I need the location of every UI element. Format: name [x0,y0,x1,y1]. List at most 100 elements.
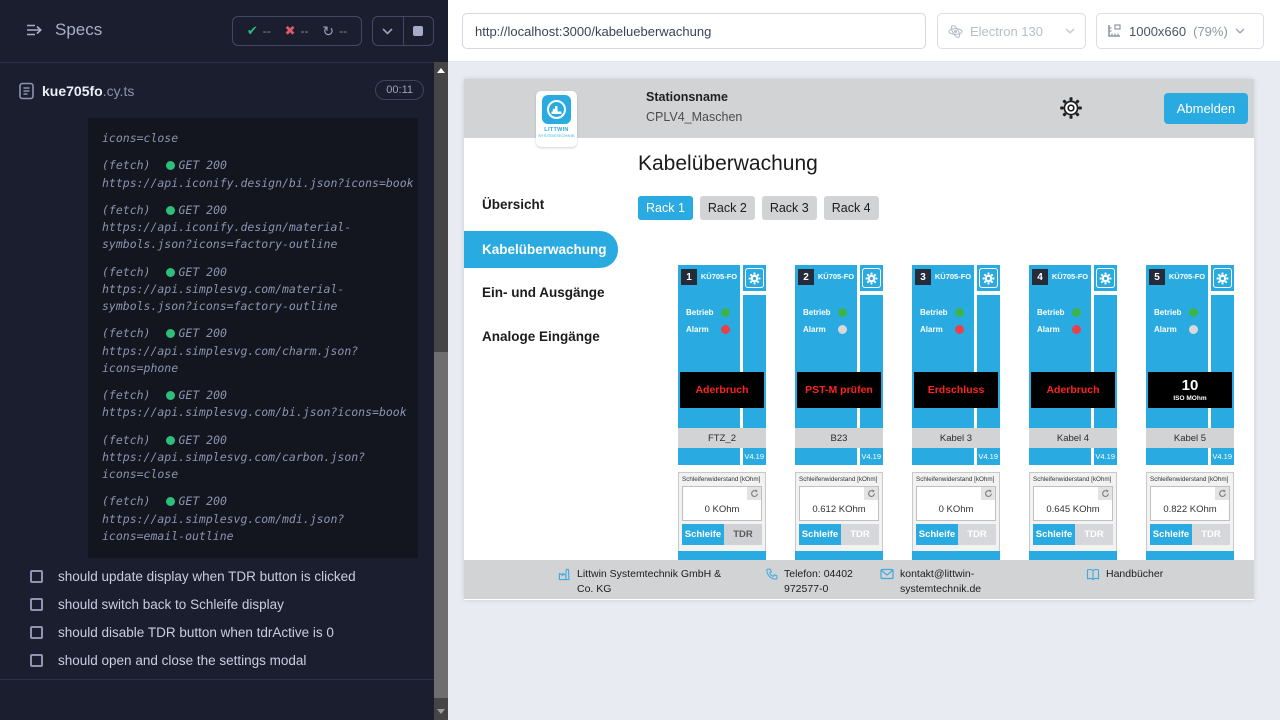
device-card: 3 KÜ705-FO Betrieb Alarm Erdschluss [912,265,1000,561]
log-entry[interactable]: icons=close [102,130,414,147]
measurement-value: 0.822 KOhm [1151,504,1229,515]
sidebar-nav-item[interactable]: Ein- und Ausgänge [464,274,618,311]
check-icon: ✔ [247,23,258,39]
cable-name: B23 [795,428,883,448]
tdr-button[interactable]: TDR [724,524,762,545]
measurement-label: Schleifenwiderstand [kOhm] [1147,473,1233,483]
card-settings-button[interactable] [1096,268,1115,288]
specs-toggle[interactable]: Specs [26,20,102,40]
rack-tab[interactable]: Rack 4 [824,196,879,220]
refresh-icon: ↻ [322,23,334,40]
tdr-button[interactable]: TDR [841,524,879,545]
measurement-label: Schleifenwiderstand [kOhm] [913,473,999,483]
email-icon [880,568,894,580]
schleife-button[interactable]: Schleife [916,524,958,545]
station-info: Stationsname CPLV4_Maschen [646,90,742,124]
footer-company: Littwin Systemtechnik GmbH & Co. KG [558,567,737,597]
refresh-icon [984,489,993,498]
card-settings-button[interactable] [862,268,881,288]
run-stats[interactable]: ✔ -- ✖ -- ↻ -- [232,16,362,46]
schleife-button[interactable]: Schleife [1150,524,1192,545]
measurement-display: 0.645 KOhm [1033,486,1113,521]
log-entry[interactable]: (fetch) GET 200 https://api.simplesvg.co… [102,325,414,377]
log-url: https://api.simplesvg.com/material-symbo… [102,281,414,316]
refresh-button[interactable] [864,487,878,500]
viewport-select[interactable]: 1000x660 (79%) [1096,13,1264,49]
rack-tab[interactable]: Rack 1 [638,196,693,220]
app-main: Kabelüberwachung Rack 1 Rack 2 Rack 3 [638,138,1254,560]
log-entry[interactable]: (fetch) GET 200 https://api.simplesvg.co… [102,387,414,422]
browser-select[interactable]: Electron 130 [937,13,1086,49]
url-input[interactable] [462,13,926,49]
runner-scrollbar[interactable] [434,62,448,720]
alarm-led-row: Alarm [1154,325,1204,334]
test-row[interactable]: should switch back to Schleife display [0,590,434,618]
refresh-button[interactable] [1215,487,1229,500]
stop-button[interactable] [403,17,434,45]
test-row[interactable]: should disable TDR button when tdrActive… [0,618,434,646]
logout-button[interactable]: Abmelden [1164,93,1248,124]
status-dot-icon [166,436,175,445]
tdr-button[interactable]: TDR [1075,524,1113,545]
x-icon: ✖ [285,23,296,39]
log-url: https://api.simplesvg.com/charm.json?ico… [102,343,414,378]
status-text: Aderbruch [1046,384,1099,396]
test-row[interactable]: should open and close the settings modal [0,646,434,674]
divider [0,679,434,680]
footer-manuals-link[interactable]: Handbücher [1086,567,1163,582]
card-settings-button[interactable] [1213,268,1232,288]
scroll-down-arrow-icon[interactable] [437,709,445,714]
logo-subtext: SYSTEMTECHNIK [538,133,575,138]
gear-icon [982,272,995,285]
tdr-button[interactable]: TDR [1192,524,1230,545]
rack-tab[interactable]: Rack 3 [762,196,817,220]
schleife-button[interactable]: Schleife [1033,524,1075,545]
log-entry[interactable]: (fetch) GET 200 https://api.simplesvg.co… [102,432,414,484]
refresh-button[interactable] [747,487,761,500]
schleife-button[interactable]: Schleife [799,524,841,545]
tdr-button[interactable]: TDR [958,524,996,545]
collapse-all-button[interactable] [373,17,403,45]
betrieb-led-icon [838,308,847,317]
card-model: KÜ705-FO [1166,272,1208,281]
card-settings-button[interactable] [979,268,998,288]
card-settings-button[interactable] [745,268,764,288]
refresh-icon [1101,489,1110,498]
measurement-value: 0 KOhm [683,504,761,515]
status-dot-icon [166,268,175,277]
betrieb-led-icon [721,308,730,317]
status-text: Erdschluss [928,384,985,396]
log-entry[interactable]: (fetch) GET 200 https://api.simplesvg.co… [102,264,414,316]
sidebar-nav-item[interactable]: Übersicht [464,186,618,223]
sidebar-nav-item[interactable]: Analoge Eingänge [464,318,618,355]
log-status: GET 200 [178,325,226,342]
alarm-led-row: Alarm [920,325,970,334]
measurement-label: Schleifenwiderstand [kOhm] [1030,473,1116,483]
betrieb-label: Betrieb [1037,308,1065,317]
refresh-button[interactable] [1098,487,1112,500]
scroll-up-arrow-icon[interactable] [437,68,445,73]
log-entry[interactable]: (fetch) GET 200 https://api.simplesvg.co… [102,493,414,545]
chevron-down-icon [382,28,393,35]
schleife-button[interactable]: Schleife [682,524,724,545]
runner-scrollbar-thumb[interactable] [434,352,448,698]
app-footer: Littwin Systemtechnik GmbH & Co. KG Tele… [464,560,1254,599]
betrieb-label: Betrieb [1154,308,1182,317]
settings-gear-icon[interactable] [1059,96,1083,120]
alarm-label: Alarm [1154,325,1177,334]
measurement-display: 0 KOhm [916,486,996,521]
log-prefix: (fetch) [102,264,150,281]
device-card: 4 KÜ705-FO Betrieb Alarm Aderbruch [1029,265,1117,561]
spec-file-row[interactable]: kue705fo.cy.ts 00:11 [0,80,434,118]
log-entry[interactable]: (fetch) GET 200 https://api.iconify.desi… [102,202,414,254]
rack-tab[interactable]: Rack 2 [700,196,755,220]
test-row[interactable]: should update display when TDR button is… [0,562,434,590]
refresh-button[interactable] [981,487,995,500]
card-number: 4 [1032,269,1048,285]
log-entry[interactable]: (fetch) GET 200 https://api.iconify.desi… [102,157,414,192]
betrieb-label: Betrieb [686,308,714,317]
littwin-logo-icon [542,95,571,124]
spec-file-icon [18,82,35,100]
mode-buttons: Schleife TDR [1033,524,1113,545]
sidebar-nav-item[interactable]: Kabelüberwachung [464,231,618,268]
